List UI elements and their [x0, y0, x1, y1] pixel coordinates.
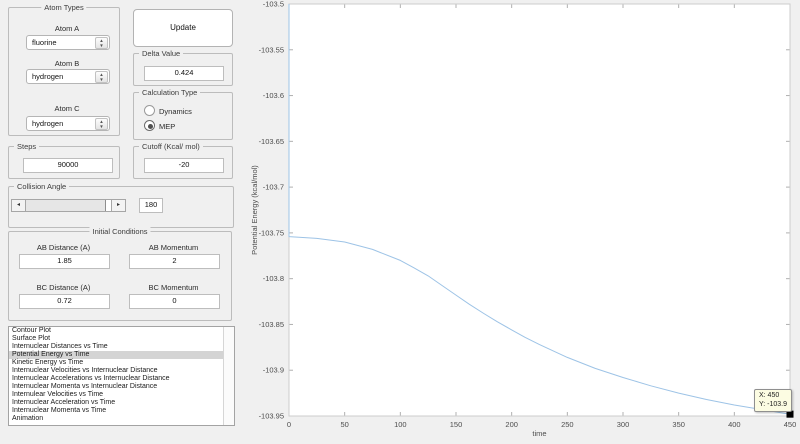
atom-b-dropdown[interactable]: hydrogen ▲▼: [26, 69, 110, 84]
x-tick-label: 0: [287, 420, 291, 429]
atom-a-label: Atom A: [26, 24, 108, 33]
cutoff-field[interactable]: -20: [144, 158, 224, 173]
datatip-y-value: Y: -103.9: [759, 401, 787, 410]
steps-group: Steps 90000: [8, 146, 120, 179]
list-item[interactable]: Internuclear Velocities vs Internuclear …: [9, 367, 223, 375]
x-tick-label: 450: [784, 420, 797, 429]
y-tick-label: -103.8: [263, 274, 284, 283]
y-tick-label: -103.85: [259, 320, 284, 329]
cutoff-title: Cutoff (Kcal/ mol): [139, 142, 203, 151]
x-tick-label: 250: [561, 420, 574, 429]
slider-left-arrow-icon[interactable]: ◂: [12, 200, 26, 211]
initial-field-input[interactable]: 0: [129, 294, 220, 309]
list-item[interactable]: Animation: [9, 415, 223, 423]
list-item[interactable]: Internuclear Momenta vs Internuclear Dis…: [9, 383, 223, 391]
x-axis-label: time: [532, 429, 546, 438]
list-item[interactable]: Potential Energy vs Time: [9, 351, 223, 359]
datatip[interactable]: X: 450 Y: -103.9: [754, 389, 792, 412]
update-button[interactable]: Update: [133, 9, 233, 47]
collision-angle-field[interactable]: 180: [139, 198, 163, 213]
atom-c-dropdown[interactable]: hydrogen ▲▼: [26, 116, 110, 131]
list-item[interactable]: Internuclear Accelerations vs Internucle…: [9, 375, 223, 383]
initial-conditions-group: Initial Conditions AB Distance (A)1.85AB…: [8, 231, 232, 321]
collision-angle-title: Collision Angle: [14, 182, 69, 191]
x-tick-label: 150: [450, 420, 463, 429]
x-tick-label: 50: [340, 420, 348, 429]
plot-canvas[interactable]: [289, 4, 790, 416]
radio-dynamics[interactable]: [144, 105, 155, 116]
atom-types-title: Atom Types: [41, 3, 86, 12]
cutoff-group: Cutoff (Kcal/ mol) -20: [133, 146, 233, 179]
delta-value-title: Delta Value: [139, 49, 183, 58]
initial-field-label: AB Momentum: [129, 243, 218, 252]
steps-title: Steps: [14, 142, 39, 151]
y-tick-label: -103.7: [263, 183, 284, 192]
y-tick-label: -103.5: [263, 0, 284, 9]
x-tick-label: 300: [617, 420, 630, 429]
list-item[interactable]: Internulear Velocities vs Time: [9, 391, 223, 399]
initial-field-input[interactable]: 0.72: [19, 294, 110, 309]
chevron-up-down-icon[interactable]: ▲▼: [95, 118, 108, 130]
datatip-x-value: X: 450: [759, 392, 787, 401]
initial-field-input[interactable]: 2: [129, 254, 220, 269]
radio-mep-label: MEP: [159, 122, 175, 131]
radio-selected-dot: [148, 124, 153, 129]
delta-value-group: Delta Value 0.424: [133, 53, 233, 86]
list-item[interactable]: Internuclear Momenta vs Time: [9, 407, 223, 415]
plot-type-listbox[interactable]: Contour PlotSurface PlotInternuclear Dis…: [8, 326, 235, 426]
x-tick-label: 400: [728, 420, 741, 429]
atom-b-label: Atom B: [26, 59, 108, 68]
y-tick-label: -103.75: [259, 228, 284, 237]
listbox-scrollbar[interactable]: [223, 327, 234, 425]
calculation-type-group: Calculation Type DynamicsMEP: [133, 92, 233, 140]
collision-angle-slider[interactable]: ◂ ▸: [11, 199, 126, 212]
atom-c-label: Atom C: [26, 104, 108, 113]
slider-right-arrow-icon[interactable]: ▸: [111, 200, 125, 211]
list-item[interactable]: Internuclear Acceleration vs Time: [9, 399, 223, 407]
list-item[interactable]: Internuclear Distances vs Time: [9, 343, 223, 351]
y-axis-label: Potential Energy (kcal/mol): [250, 165, 259, 255]
list-item[interactable]: Contour Plot: [9, 327, 223, 335]
y-tick-label: -103.9: [263, 366, 284, 375]
atom-types-group: Atom Types Atom Afluorine▲▼Atom Bhydroge…: [8, 7, 120, 136]
y-tick-label: -103.95: [259, 412, 284, 421]
initial-field-label: AB Distance (A): [19, 243, 108, 252]
y-tick-label: -103.65: [259, 137, 284, 146]
x-tick-label: 200: [505, 420, 518, 429]
radio-dynamics-label: Dynamics: [159, 107, 192, 116]
calculation-type-title: Calculation Type: [139, 88, 200, 97]
atom-a-dropdown[interactable]: fluorine ▲▼: [26, 35, 110, 50]
chevron-up-down-icon[interactable]: ▲▼: [95, 37, 108, 49]
initial-field-input[interactable]: 1.85: [19, 254, 110, 269]
pes-simulation-window: Atom Types Atom Afluorine▲▼Atom Bhydroge…: [0, 0, 800, 444]
collision-angle-group: Collision Angle ◂ ▸ 180: [8, 186, 234, 228]
initial-conditions-title: Initial Conditions: [89, 227, 150, 236]
x-tick-label: 350: [672, 420, 685, 429]
steps-field[interactable]: 90000: [23, 158, 113, 173]
potential-energy-plot[interactable]: 0 50 100 150 200 250 300 350 400 450 -103.5 -103.55…: [240, 0, 800, 444]
initial-field-label: BC Momentum: [129, 283, 218, 292]
list-item[interactable]: Kinetic Energy vs Time: [9, 359, 223, 367]
radio-mep[interactable]: [144, 120, 155, 131]
x-tick-label: 100: [394, 420, 407, 429]
atom-a-value: fluorine: [32, 39, 57, 47]
y-tick-label: -103.55: [259, 45, 284, 54]
chevron-up-down-icon[interactable]: ▲▼: [95, 71, 108, 83]
atom-b-value: hydrogen: [32, 73, 63, 81]
y-tick-label: -103.6: [263, 91, 284, 100]
initial-field-label: BC Distance (A): [19, 283, 108, 292]
delta-value-field[interactable]: 0.424: [144, 66, 224, 81]
list-item[interactable]: Surface Plot: [9, 335, 223, 343]
atom-c-value: hydrogen: [32, 120, 63, 128]
